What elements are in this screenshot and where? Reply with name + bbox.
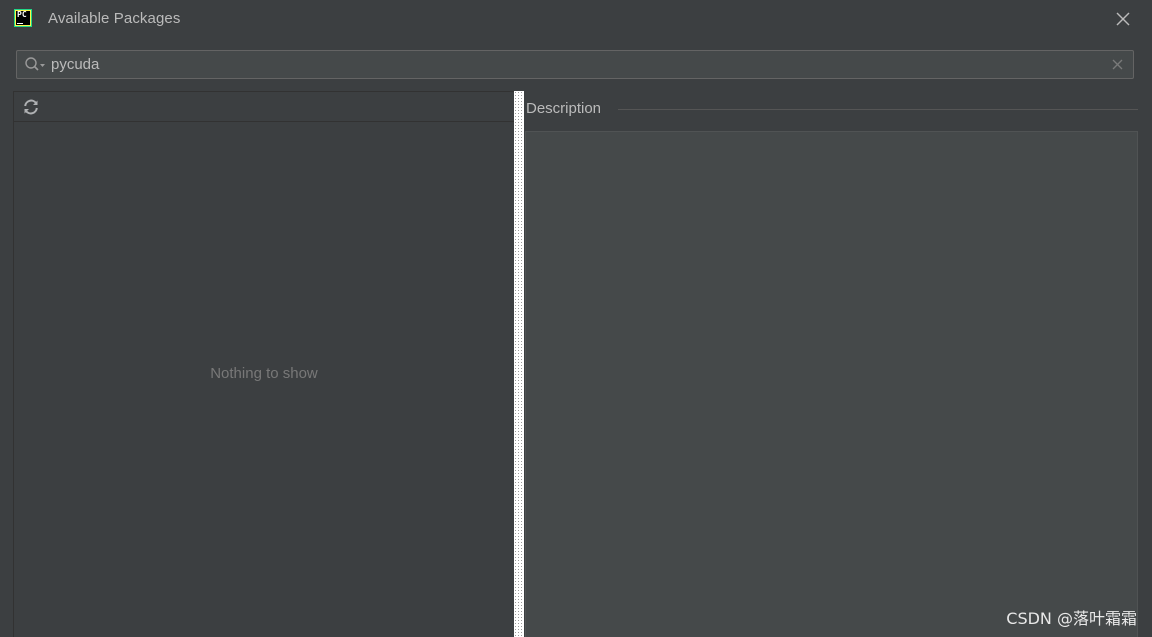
logo-text: PC: [17, 10, 27, 19]
panel-splitter[interactable]: [514, 91, 524, 637]
title-bar: PC Available Packages: [0, 0, 1152, 38]
description-header: Description: [526, 99, 1138, 119]
watermark: CSDN @落叶霜霜: [1006, 609, 1137, 628]
logo-bar: [17, 23, 23, 24]
package-search-field[interactable]: [16, 50, 1134, 79]
close-icon: [1116, 12, 1130, 26]
empty-list-message: Nothing to show: [210, 365, 318, 382]
pycharm-logo-icon: PC: [14, 9, 32, 27]
clear-icon[interactable]: [1112, 59, 1123, 70]
close-button[interactable]: [1111, 8, 1135, 30]
description-separator: [618, 109, 1138, 110]
dialog-title: Available Packages: [48, 10, 181, 27]
search-input[interactable]: [51, 55, 1091, 74]
package-list-toolbar: [14, 92, 514, 122]
search-icon[interactable]: [24, 56, 46, 74]
description-label: Description: [526, 100, 610, 117]
description-content: [525, 131, 1138, 637]
available-packages-dialog: PC Available Packages pycuda Nothing to …: [0, 0, 1152, 637]
package-list-panel: Nothing to show: [13, 91, 514, 637]
refresh-icon[interactable]: [22, 98, 40, 116]
